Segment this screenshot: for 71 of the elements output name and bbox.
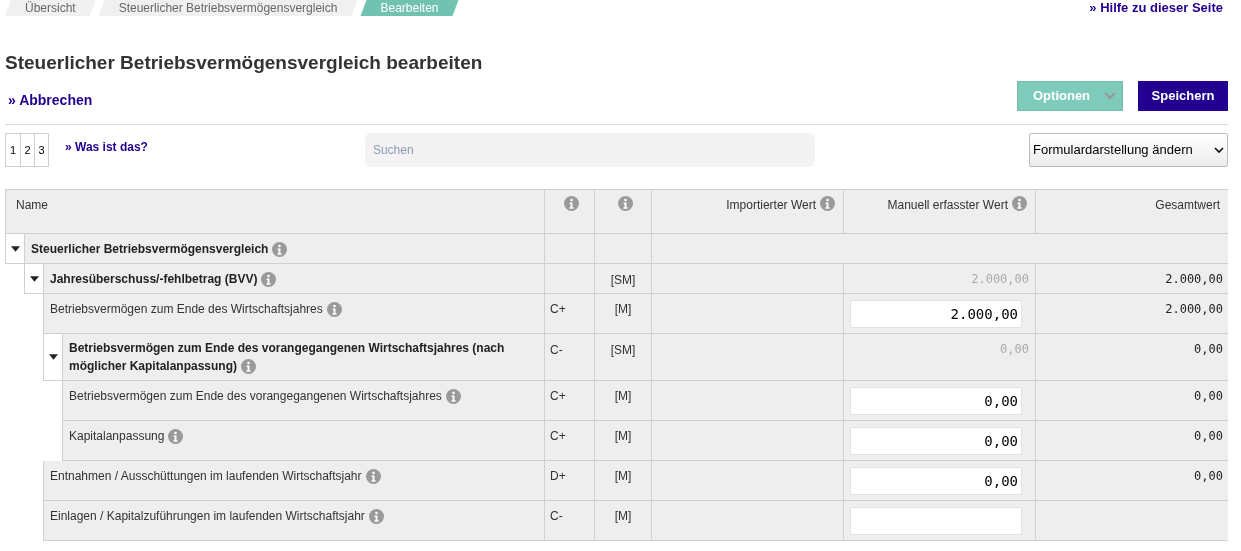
info-icon[interactable] bbox=[272, 241, 288, 257]
expand-toggle[interactable] bbox=[24, 264, 43, 294]
type-cell: [M] bbox=[594, 461, 651, 501]
code-cell: C- bbox=[544, 501, 594, 541]
whats-this-link[interactable]: » Was ist das? bbox=[65, 138, 148, 156]
column-header: Manuell erfasster Wert bbox=[843, 190, 1035, 233]
caret-icon bbox=[48, 354, 58, 360]
code-cell bbox=[544, 264, 594, 294]
info-icon[interactable] bbox=[326, 302, 342, 318]
info-icon[interactable] bbox=[1012, 196, 1027, 211]
caret-icon bbox=[10, 245, 20, 252]
code-cell: C+ bbox=[544, 381, 594, 421]
view-select[interactable]: Formulardarstellung ändern bbox=[1029, 133, 1228, 167]
save-button[interactable]: Speichern bbox=[1138, 80, 1228, 111]
column-header: Name bbox=[5, 190, 544, 233]
manual-value: 2.000,00 bbox=[971, 272, 1029, 286]
type-cell: [M] bbox=[594, 294, 651, 334]
code-cell: D+ bbox=[544, 461, 594, 501]
manual-value: 0,00 bbox=[1000, 342, 1029, 356]
info-icon[interactable] bbox=[617, 196, 633, 211]
page-number[interactable]: 2 bbox=[20, 134, 34, 166]
code-cell: C- bbox=[544, 334, 594, 381]
type-cell: [SM] bbox=[594, 264, 651, 294]
info-icon[interactable] bbox=[445, 389, 461, 405]
name-cell: Jahresüberschuss/-fehlbetrag (BVV) bbox=[43, 264, 544, 294]
column-header: Gesamtwert bbox=[1035, 190, 1228, 233]
value-field[interactable] bbox=[850, 506, 1022, 535]
chevron-icon bbox=[1214, 146, 1224, 154]
info-icon[interactable] bbox=[365, 469, 381, 485]
caret-icon bbox=[29, 275, 39, 282]
name-cell: Einlagen / Kapitalzuführungen im laufenden Wirtschaftsjahr bbox=[43, 501, 544, 541]
value-field[interactable]: 2.000,00 bbox=[850, 299, 1022, 328]
type-cell: [M] bbox=[594, 421, 651, 461]
info-icon[interactable] bbox=[368, 509, 384, 525]
type-cell: [SM] bbox=[594, 334, 651, 381]
breadcrumb-item[interactable]: Übersicht bbox=[5, 0, 96, 16]
info-icon[interactable] bbox=[564, 196, 579, 211]
help-link[interactable]: » Hilfe zu dieser Seite bbox=[1089, 0, 1223, 16]
value-field[interactable]: 0,00 bbox=[850, 426, 1022, 455]
info-icon[interactable] bbox=[261, 271, 277, 287]
name-cell: Steuerlicher Betriebsvermögensvergleich bbox=[24, 234, 544, 264]
total-value: 2.000,00 bbox=[1165, 302, 1223, 316]
info-icon[interactable] bbox=[168, 429, 184, 445]
name-cell: Betriebsvermögen zum Ende des Wirtschaftsjahres bbox=[43, 294, 544, 334]
expand-toggle[interactable] bbox=[43, 334, 62, 381]
total-value: 2.000,00 bbox=[1165, 272, 1223, 286]
chevron-icon bbox=[1104, 91, 1116, 100]
column-header: Importierter Wert bbox=[651, 190, 843, 233]
value-field[interactable]: 0,00 bbox=[850, 386, 1022, 415]
name-cell: Betriebsvermögen zum Ende des vorangegangenen Wirtschaftsjahres (nach möglicher Kapitalanpassung) bbox=[62, 334, 544, 381]
page-title: Steuerlicher Betriebsvermögensvergleich bearbeiten bbox=[5, 51, 484, 75]
code-cell: C+ bbox=[544, 294, 594, 334]
total-value: 0,00 bbox=[1194, 469, 1223, 483]
type-cell: [M] bbox=[594, 501, 651, 541]
code-cell: C+ bbox=[544, 421, 594, 461]
name-cell: Entnahmen / Ausschüttungen im laufenden Wirtschaftsjahr bbox=[43, 461, 544, 501]
name-cell: Betriebsvermögen zum Ende des vorangegangenen Wirtschaftsjahres bbox=[62, 381, 544, 421]
info-icon[interactable] bbox=[241, 359, 257, 375]
info-icon[interactable] bbox=[820, 196, 835, 211]
name-cell: Kapitalanpassung bbox=[62, 421, 544, 461]
value-field[interactable]: 0,00 bbox=[850, 466, 1022, 495]
page-number[interactable]: 1 bbox=[6, 134, 20, 166]
total-value: 0,00 bbox=[1194, 389, 1223, 403]
total-value: 0,00 bbox=[1194, 429, 1223, 443]
cancel-link[interactable]: » Abbrechen bbox=[8, 90, 93, 111]
page-number[interactable]: 3 bbox=[34, 134, 48, 166]
breadcrumb-item[interactable]: Steuerlicher Betriebsvermögensvergleich bbox=[98, 0, 358, 16]
type-cell: [M] bbox=[594, 381, 651, 421]
total-value: 0,00 bbox=[1194, 342, 1223, 356]
expand-toggle[interactable] bbox=[5, 234, 24, 264]
search-field[interactable]: Suchen bbox=[364, 133, 815, 167]
